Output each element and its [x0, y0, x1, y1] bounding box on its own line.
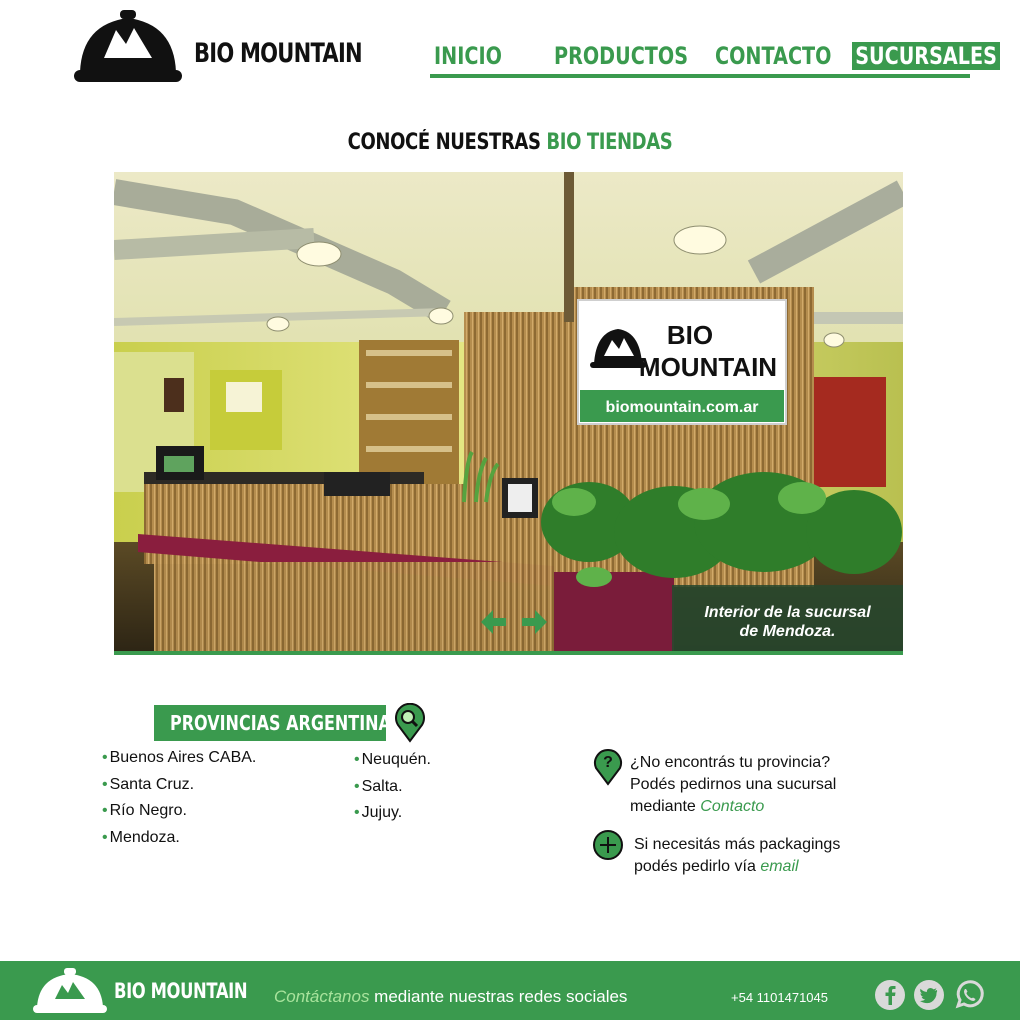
- nav-productos[interactable]: PRODUCTOS: [554, 42, 688, 70]
- info-q-line2: Podés pedirnos una sucursal: [630, 776, 837, 793]
- footer-phone: +54 1101471045: [731, 990, 828, 1005]
- location-search-icon: [395, 703, 425, 743]
- question-pin-icon: ?: [594, 749, 622, 786]
- contact-emphasis[interactable]: Contáctanos: [274, 987, 369, 1006]
- brand-name: BIO MOUNTAIN: [194, 38, 363, 69]
- hero-accent-bar: [114, 651, 903, 655]
- provinces-heading-text: PROVINCIAS ARGENTINAS: [170, 711, 403, 735]
- list-item: Salta.: [354, 774, 431, 801]
- nav-contacto[interactable]: CONTACTO: [715, 42, 831, 70]
- footer-brand: BIO MOUNTAIN: [114, 979, 248, 1003]
- nav-sucursales[interactable]: SUCURSALES: [852, 42, 1001, 70]
- arrow-right-icon[interactable]: [520, 607, 550, 637]
- twitter-icon[interactable]: [913, 979, 945, 1011]
- arrow-left-icon[interactable]: [478, 607, 508, 637]
- list-item: Buenos Aires CABA.: [102, 745, 257, 772]
- list-item: Neuquén.: [354, 747, 431, 774]
- info-q-line3: mediante: [630, 798, 701, 815]
- footer-contact-text: Contáctanos mediante nuestras redes soci…: [274, 987, 627, 1007]
- info-q-line1: ¿No encontrás tu provincia?: [630, 754, 831, 771]
- list-item: Jujuy.: [354, 800, 431, 827]
- list-item: Santa Cruz.: [102, 772, 256, 799]
- store-photo-carousel: BIO MOUNTAIN biomountain.com.ar Interior…: [114, 172, 903, 655]
- footer: BIO MOUNTAIN Contáctanos mediante nuestr…: [0, 961, 1020, 1020]
- main-nav: INICIO PRODUCTOS CONTACTO SUCURSALES: [430, 42, 1001, 78]
- title-accent: BIO TIENDAS: [546, 130, 673, 155]
- store-interior-photo: BIO MOUNTAIN biomountain.com.ar: [114, 172, 903, 655]
- whatsapp-icon[interactable]: [953, 979, 985, 1011]
- nav-inicio[interactable]: INICIO: [434, 42, 502, 70]
- province-list-2: Neuquén. Salta. Jujuy.: [354, 747, 431, 827]
- sign-text-line2: MOUNTAIN: [639, 352, 777, 382]
- sign-text-line1: BIO: [667, 320, 713, 350]
- caption-line2: de Mendoza.: [739, 623, 836, 640]
- logo-icon[interactable]: [74, 8, 182, 84]
- province-list-1: Buenos Aires CABA. Santa Cruz. Río Negro…: [102, 745, 257, 852]
- photo-caption: Interior de la sucursal de Mendoza.: [672, 585, 903, 655]
- plus-circle-icon: [593, 830, 623, 860]
- sign-url: biomountain.com.ar: [606, 399, 759, 416]
- email-link[interactable]: email: [760, 858, 798, 875]
- footer-logo-icon[interactable]: [33, 967, 107, 1013]
- facebook-icon[interactable]: [874, 979, 906, 1011]
- info-p-line2: podés pedirlo vía: [634, 858, 761, 875]
- provinces-heading: PROVINCIAS ARGENTINAS: [154, 705, 402, 741]
- info-p-line1: Si necesitás más packagings: [634, 836, 841, 853]
- page-title: CONOCÉ NUESTRAS BIO TIENDAS: [0, 130, 1020, 155]
- title-plain: CONOCÉ NUESTRAS: [347, 130, 547, 155]
- caption-line1: Interior de la sucursal: [704, 604, 871, 621]
- packaging-request-text: Si necesitás más packagings podés pedirl…: [634, 834, 840, 878]
- contact-rest: mediante nuestras redes sociales: [369, 987, 628, 1006]
- province-request-text: ¿No encontrás tu provincia? Podés pedirn…: [630, 752, 836, 818]
- list-item: Río Negro.: [102, 798, 256, 825]
- list-item: Mendoza.: [102, 825, 256, 852]
- contact-link[interactable]: Contacto: [700, 798, 764, 815]
- svg-text:?: ?: [603, 754, 613, 771]
